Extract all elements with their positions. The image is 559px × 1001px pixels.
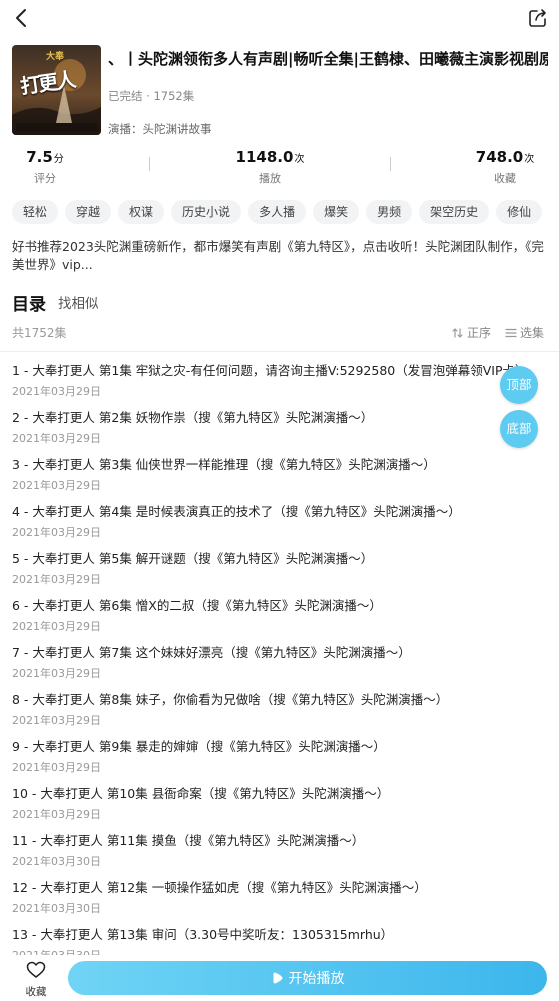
episode-date: 2021年03月29日 xyxy=(12,761,101,774)
catalog-title: 目录 xyxy=(12,295,46,315)
episode-item[interactable]: 2 - 大奉打更人 第2集 妖物作祟（搜《第九特区》头陀渊演播～） 2021年03… xyxy=(0,409,559,456)
episode-title: 3 - 大奉打更人 第3集 仙侠世界一样能推理（搜《第九特区》头陀渊演播～） xyxy=(12,457,436,472)
episode-item[interactable]: 10 - 大奉打更人 第10集 县衙命案（搜《第九特区》头陀渊演播～） 2021年… xyxy=(0,785,559,832)
episode-title: 4 - 大奉打更人 第4集 是时候表演真正的技术了（搜《第九特区》头陀渊演播～） xyxy=(12,504,461,519)
episode-date: 2021年03月29日 xyxy=(12,526,101,539)
stat-plays: 1148.0次 播放 xyxy=(235,148,305,185)
tag-item[interactable]: 爆笑 xyxy=(313,200,360,224)
stat-favorites: 748.0次 收藏 xyxy=(475,148,535,185)
episode-date: 2021年03月29日 xyxy=(12,432,101,445)
divider xyxy=(0,351,559,352)
episode-list: 1 - 大奉打更人 第1集 牢狱之灾-有任何问题，请咨询主播V:5292580（… xyxy=(0,362,559,956)
episode-item[interactable]: 11 - 大奉打更人 第11集 摸鱼（搜《第九特区》头陀渊演播～） 2021年03… xyxy=(0,832,559,879)
episode-date: 2021年03月29日 xyxy=(12,385,101,398)
tag-item[interactable]: 权谋 xyxy=(118,200,165,224)
bottom-bar: 收藏 开始播放 xyxy=(0,955,559,1001)
episode-title: 10 - 大奉打更人 第10集 县衙命案（搜《第九特区》头陀渊演播～） xyxy=(12,786,390,801)
catalog-header: 目录 找相似 xyxy=(12,290,99,315)
episode-item[interactable]: 4 - 大奉打更人 第4集 是时候表演真正的技术了（搜《第九特区》头陀渊演播～）… xyxy=(0,503,559,550)
sort-button[interactable]: 正序 xyxy=(452,324,491,341)
favorite-button[interactable]: 收藏 xyxy=(18,961,54,999)
episode-title: 8 - 大奉打更人 第8集 妹子，你偷看为兄做啥（搜《第九特区》头陀渊演播～） xyxy=(12,692,449,707)
episode-item[interactable]: 9 - 大奉打更人 第9集 暴走的婶婶（搜《第九特区》头陀渊演播～） 2021年0… xyxy=(0,738,559,785)
tag-item[interactable]: 穿越 xyxy=(65,200,112,224)
scroll-top-button[interactable]: 顶部 xyxy=(500,366,538,404)
episode-date: 2021年03月30日 xyxy=(12,855,101,868)
episode-count: 共1752集 xyxy=(12,326,67,340)
episode-title: 12 - 大奉打更人 第12集 一顿操作猛如虎（搜《第九特区》头陀渊演播～） xyxy=(12,880,427,895)
book-description[interactable]: 好书推荐2023头陀渊重磅新作，都市爆笑有声剧《第九特区》，点击收听！头陀渊团队… xyxy=(12,238,547,274)
play-icon xyxy=(273,972,282,984)
episode-date: 2021年03月29日 xyxy=(12,714,101,727)
stats-row: 7.5分 评分 1148.0次 播放 748.0次 收藏 xyxy=(0,148,559,188)
cover-badge-text: 大奉 xyxy=(46,52,65,62)
episode-title: 2 - 大奉打更人 第2集 妖物作祟（搜《第九特区》头陀渊演播～） xyxy=(12,410,374,425)
episode-title: 6 - 大奉打更人 第6集 憎X的二叔（搜《第九特区》头陀渊演播～） xyxy=(12,598,382,613)
tag-item[interactable]: 轻松 xyxy=(12,200,59,224)
episode-item[interactable]: 5 - 大奉打更人 第5集 解开谜题（搜《第九特区》头陀渊演播～） 2021年03… xyxy=(0,550,559,597)
tag-item[interactable]: 历史小说 xyxy=(171,200,242,224)
episode-item[interactable]: 1 - 大奉打更人 第1集 牢狱之灾-有任何问题，请咨询主播V:5292580（… xyxy=(0,362,559,409)
top-bar xyxy=(0,0,559,40)
book-narrator[interactable]: 演播：头陀渊讲故事 xyxy=(108,121,212,137)
episode-date: 2021年03月29日 xyxy=(12,808,101,821)
start-play-label: 开始播放 xyxy=(288,971,345,987)
sort-icon xyxy=(452,327,463,338)
catalog-toolbar: 共1752集 正序 选集 xyxy=(0,322,559,342)
book-title: 、丨头陀渊领衔多人有声剧|畅听全集|王鹤棣、田曦薇主演影视剧原 xyxy=(108,50,548,68)
episode-date: 2021年03月29日 xyxy=(12,620,101,633)
find-similar-button[interactable]: 找相似 xyxy=(58,292,99,312)
share-icon[interactable] xyxy=(527,7,549,29)
episode-item[interactable]: 12 - 大奉打更人 第12集 一顿操作猛如虎（搜《第九特区》头陀渊演播～） 20… xyxy=(0,879,559,926)
scroll-bottom-button[interactable]: 底部 xyxy=(500,410,538,448)
stat-divider xyxy=(149,157,150,171)
book-meta: 已完结 · 1752集 xyxy=(108,89,195,103)
episode-title: 13 - 大奉打更人 第13集 审问（3.30号中奖听友：1305315mrhu… xyxy=(12,927,394,942)
episode-item[interactable]: 8 - 大奉打更人 第8集 妹子，你偷看为兄做啥（搜《第九特区》头陀渊演播～） 2… xyxy=(0,691,559,738)
tag-item[interactable]: 男频 xyxy=(366,200,413,224)
list-icon xyxy=(505,328,517,337)
select-episode-button[interactable]: 选集 xyxy=(505,324,544,341)
episode-item[interactable]: 7 - 大奉打更人 第7集 这个妹妹好漂亮（搜《第九特区》头陀渊演播～） 2021… xyxy=(0,644,559,691)
episode-item[interactable]: 6 - 大奉打更人 第6集 憎X的二叔（搜《第九特区》头陀渊演播～） 2021年0… xyxy=(0,597,559,644)
tag-list: 轻松 穿越 权谋 历史小说 多人播 爆笑 男频 架空历史 修仙 xyxy=(12,200,559,226)
episode-date: 2021年03月29日 xyxy=(12,479,101,492)
stat-rating: 7.5分 评分 xyxy=(26,148,64,185)
heart-icon xyxy=(26,961,46,978)
episode-title: 5 - 大奉打更人 第5集 解开谜题（搜《第九特区》头陀渊演播～） xyxy=(12,551,374,566)
favorite-label: 收藏 xyxy=(25,986,47,998)
book-header: 打更人 大奉 、丨头陀渊领衔多人有声剧|畅听全集|王鹤棣、田曦薇主演影视剧原 已… xyxy=(0,44,559,140)
episode-title: 1 - 大奉打更人 第1集 牢狱之灾-有任何问题，请咨询主播V:5292580（… xyxy=(12,363,528,378)
back-icon[interactable] xyxy=(10,6,34,30)
episode-title: 11 - 大奉打更人 第11集 摸鱼（搜《第九特区》头陀渊演播～） xyxy=(12,833,365,848)
tag-item[interactable]: 修仙 xyxy=(496,200,543,224)
stat-divider xyxy=(390,157,391,171)
tag-item[interactable]: 架空历史 xyxy=(419,200,490,224)
episode-item[interactable]: 13 - 大奉打更人 第13集 审问（3.30号中奖听友：1305315mrhu… xyxy=(0,926,559,956)
episode-title: 9 - 大奉打更人 第9集 暴走的婶婶（搜《第九特区》头陀渊演播～） xyxy=(12,739,386,754)
episode-date: 2021年03月29日 xyxy=(12,667,101,680)
book-cover[interactable]: 打更人 大奉 xyxy=(12,45,101,135)
start-play-button[interactable]: 开始播放 xyxy=(68,961,547,995)
tag-item[interactable]: 多人播 xyxy=(248,200,307,224)
episode-title: 7 - 大奉打更人 第7集 这个妹妹好漂亮（搜《第九特区》头陀渊演播～） xyxy=(12,645,411,660)
episode-item[interactable]: 3 - 大奉打更人 第3集 仙侠世界一样能推理（搜《第九特区》头陀渊演播～） 20… xyxy=(0,456,559,503)
episode-date: 2021年03月29日 xyxy=(12,573,101,586)
episode-date: 2021年03月30日 xyxy=(12,902,101,915)
